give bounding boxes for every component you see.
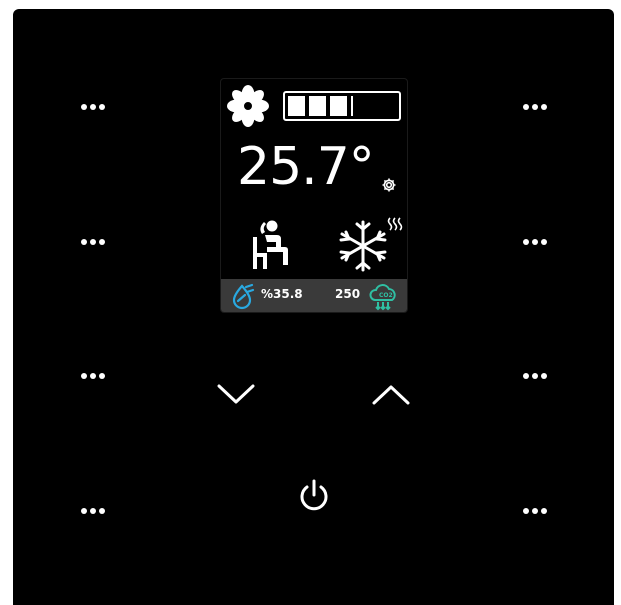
ellipsis-icon [99, 373, 105, 379]
ellipsis-icon [541, 104, 547, 110]
temperature-down-button[interactable] [214, 372, 258, 416]
display-screen: 25.7° %35.8 250 CO2 [221, 79, 407, 312]
ellipsis-icon [99, 239, 105, 245]
ellipsis-icon [532, 373, 538, 379]
fan-speed-bar [283, 91, 401, 121]
left-button-1[interactable] [73, 97, 113, 117]
co2-readout: 250 [335, 287, 361, 301]
fan-speed-fill [288, 96, 353, 116]
water-drop-icon [232, 283, 255, 310]
fan-icon [227, 85, 269, 127]
ellipsis-icon [532, 104, 538, 110]
right-button-4[interactable] [515, 501, 555, 521]
ellipsis-icon [90, 508, 96, 514]
power-icon [300, 479, 328, 511]
ellipsis-icon [523, 239, 529, 245]
ellipsis-icon [541, 239, 547, 245]
ellipsis-icon [532, 239, 538, 245]
ellipsis-icon [99, 508, 105, 514]
chevron-up-icon [372, 385, 410, 405]
ellipsis-icon [523, 508, 529, 514]
temperature-readout: 25.7° [237, 137, 375, 197]
left-button-3[interactable] [73, 366, 113, 386]
ellipsis-icon [81, 373, 87, 379]
chevron-down-icon [217, 384, 255, 404]
ellipsis-icon [523, 104, 529, 110]
left-button-4[interactable] [73, 501, 113, 521]
ellipsis-icon [90, 239, 96, 245]
right-button-2[interactable] [515, 232, 555, 252]
heat-waves-icon [387, 217, 403, 231]
power-button[interactable] [292, 474, 336, 518]
ellipsis-icon [81, 104, 87, 110]
ellipsis-icon [90, 373, 96, 379]
ellipsis-icon [532, 508, 538, 514]
ellipsis-icon [81, 508, 87, 514]
ellipsis-icon [99, 104, 105, 110]
status-bar: %35.8 250 CO2 [221, 279, 407, 312]
ellipsis-icon [81, 239, 87, 245]
co2-cloud-icon: CO2 [369, 284, 396, 311]
temperature-up-button[interactable] [369, 373, 413, 417]
right-button-1[interactable] [515, 97, 555, 117]
left-button-2[interactable] [73, 232, 113, 252]
thermostat-panel: 25.7° %35.8 250 CO2 [13, 9, 614, 605]
ellipsis-icon [541, 373, 547, 379]
snowflake-icon [339, 217, 403, 272]
ellipsis-icon [90, 104, 96, 110]
humidity-readout: %35.8 [261, 287, 303, 301]
seated-person-icon [253, 220, 288, 269]
ellipsis-icon [523, 373, 529, 379]
gear-icon[interactable] [381, 177, 397, 193]
ellipsis-icon [541, 508, 547, 514]
right-button-3[interactable] [515, 366, 555, 386]
svg-text:CO2: CO2 [379, 292, 393, 299]
